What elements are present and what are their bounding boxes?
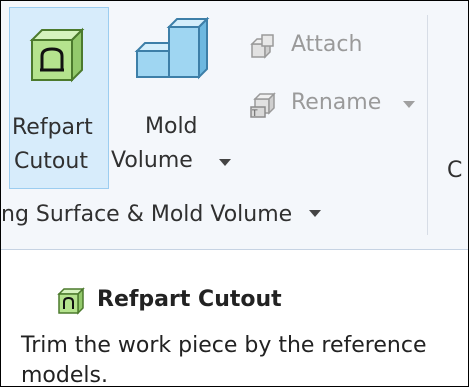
refpart-cutout-icon — [57, 287, 85, 315]
mold-volume-button[interactable]: Mold Volume — [111, 7, 231, 189]
rename-dropdown-arrow[interactable] — [403, 101, 415, 108]
mold-volume-icon — [134, 17, 210, 80]
group-dropdown-arrow[interactable] — [309, 210, 322, 217]
mold-volume-dropdown-arrow[interactable] — [219, 159, 231, 166]
refpart-cutout-icon — [29, 27, 85, 83]
group-separator — [427, 15, 428, 235]
svg-text:T: T — [251, 109, 258, 119]
attach-icon — [250, 34, 274, 59]
window-frame: Refpart Cutout Mold Volume Attach T Rena… — [0, 0, 469, 387]
mold-volume-label-line1: Mold — [145, 114, 198, 139]
mold-volume-label-line2: Volume — [111, 148, 193, 173]
rename-label: Rename — [291, 90, 382, 115]
refpart-cutout-button[interactable]: Refpart Cutout — [9, 7, 109, 189]
group-label-text: ng Surface & Mold Volume — [1, 202, 293, 227]
cut-off-button-label[interactable]: C — [447, 157, 462, 185]
refpart-cutout-label-line1: Refpart — [12, 115, 93, 140]
tooltip-title: Refpart Cutout — [97, 287, 282, 312]
rename-icon: T — [250, 92, 276, 119]
attach-label: Attach — [291, 32, 363, 57]
refpart-cutout-label-line2: Cutout — [14, 149, 88, 174]
group-label[interactable]: ng Surface & Mold Volume — [1, 201, 322, 229]
ribbon: Refpart Cutout Mold Volume Attach T Rena… — [1, 1, 468, 250]
attach-button[interactable]: Attach — [247, 29, 417, 65]
tooltip-description: Trim the work piece by the reference mod… — [21, 333, 427, 387]
rename-button[interactable]: T Rename — [247, 87, 425, 123]
